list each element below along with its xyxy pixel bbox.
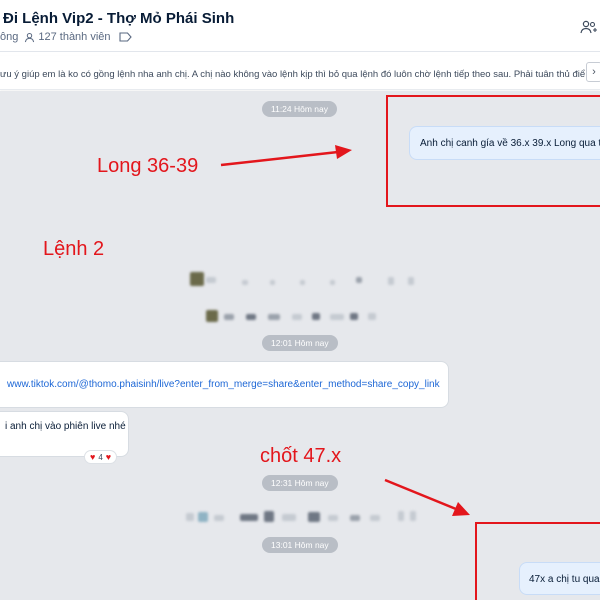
heart-icon: ♥ [90, 452, 96, 462]
arrow-annotation [384, 478, 470, 516]
annotation-lenh-2: Lệnh 2 [43, 238, 105, 260]
time-stamp: 12:31 Hôm nay [262, 475, 338, 491]
group-subtitle: ông 127 thành viên [0, 31, 132, 43]
message-bubble[interactable]: www.tiktok.com/@thomo.phaisinh/live?ente… [0, 361, 449, 408]
pinned-message-bar[interactable]: ưu ý giúp em là ko có gồng lệnh nha anh … [0, 56, 600, 90]
heart-icon: ♥ [105, 452, 112, 462]
reaction-badge[interactable]: ♥ 4 ♥ [84, 450, 118, 464]
time-stamp: 12:01 Hôm nay [262, 335, 338, 351]
message-text: 47x a chị tu quan [529, 574, 600, 585]
annotation-chot: chốt 47.x [260, 445, 342, 467]
message-text: Anh chị canh gía về 36.x 39.x Long qua t… [420, 138, 600, 149]
chat-header: Đi Lệnh Vip2 - Thợ Mỏ Phái Sinh ông 127 … [0, 0, 600, 52]
arrow-annotation [220, 145, 352, 167]
annotation-long: Long 36-39 [97, 155, 199, 177]
group-title[interactable]: Đi Lệnh Vip2 - Thợ Mỏ Phái Sinh [3, 10, 234, 27]
chevron-right-icon[interactable]: › [586, 62, 600, 82]
group-status: ông [0, 31, 19, 43]
time-stamp: 11:24 Hôm nay [262, 101, 338, 117]
message-text: i anh chị vào phiên live nhé [5, 421, 126, 432]
reaction-count: 4 [98, 452, 103, 462]
tag-icon[interactable] [118, 32, 132, 42]
message-link[interactable]: www.tiktok.com/@thomo.phaisinh/live?ente… [7, 379, 440, 390]
user-icon [24, 32, 35, 43]
message-bubble[interactable]: 47x a chị tu quan [519, 562, 600, 595]
time-stamp: 13:01 Hôm nay [262, 537, 338, 553]
chat-area[interactable]: 11:24 Hôm nay Anh chị canh gía về 36.x 3… [0, 91, 600, 600]
member-count[interactable]: 127 thành viên [38, 31, 110, 43]
message-bubble[interactable]: Anh chị canh gía về 36.x 39.x Long qua t… [409, 126, 600, 160]
add-member-icon[interactable] [580, 20, 598, 39]
pinned-message-text: ưu ý giúp em là ko có gồng lệnh nha anh … [0, 69, 585, 80]
